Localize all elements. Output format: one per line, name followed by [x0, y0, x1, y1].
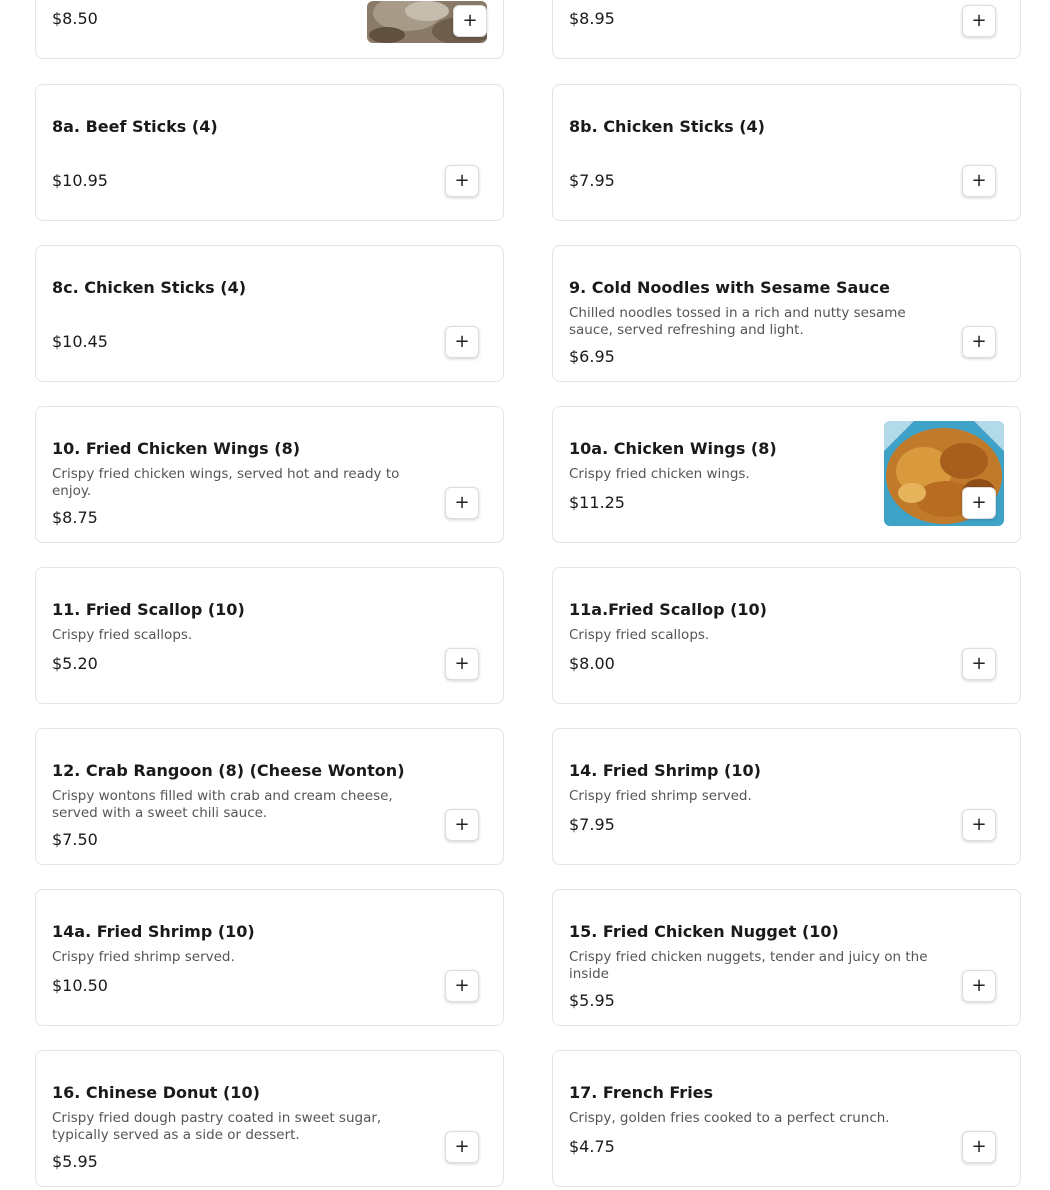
plus-icon: + — [454, 814, 470, 835]
plus-icon: + — [454, 975, 470, 996]
item-price: $6.95 — [569, 347, 615, 366]
add-to-cart-button[interactable]: + — [445, 487, 479, 519]
item-name: 15. Fried Chicken Nugget (10) — [569, 922, 839, 941]
item-price: $4.75 — [569, 1137, 615, 1156]
menu-item-card[interactable]: 10. Fried Chicken Wings (8) Crispy fried… — [35, 406, 504, 543]
menu-item-card[interactable]: 11. Fried Scallop (10) Crispy fried scal… — [35, 567, 504, 704]
item-name: 8b. Chicken Sticks (4) — [569, 117, 765, 136]
menu-item-card[interactable]: 14a. Fried Shrimp (10) Crispy fried shri… — [35, 889, 504, 1026]
add-to-cart-button[interactable]: + — [962, 809, 996, 841]
item-description: Crispy wontons filled with crab and crea… — [52, 788, 393, 821]
item-description: Crispy fried scallops. — [52, 627, 193, 643]
plus-icon: + — [971, 653, 987, 674]
plus-icon: + — [971, 975, 987, 996]
item-name: 8a. Beef Sticks (4) — [52, 117, 218, 136]
item-price: $7.95 — [569, 815, 615, 834]
item-name: 10. Fried Chicken Wings (8) — [52, 439, 301, 458]
plus-icon: + — [454, 653, 470, 674]
item-description: Crispy fried dough pastry coated in swee… — [52, 1110, 382, 1143]
plus-icon: + — [971, 492, 987, 513]
menu-item-card[interactable]: 8b. Chicken Sticks (4) $7.95 + — [552, 84, 1021, 221]
add-to-cart-button[interactable]: + — [445, 165, 479, 197]
item-description: Crispy fried shrimp served. — [569, 788, 752, 804]
add-to-cart-button[interactable]: + — [962, 5, 996, 37]
add-to-cart-button[interactable]: + — [445, 970, 479, 1002]
menu-item-card[interactable]: 12. Crab Rangoon (8) (Cheese Wonton) Cri… — [35, 728, 504, 865]
menu-item-card[interactable]: 9. Cold Noodles with Sesame Sauce Chille… — [552, 245, 1021, 382]
item-price: $7.95 — [569, 171, 615, 190]
item-price: $8.75 — [52, 508, 98, 527]
menu-item-card[interactable]: $8.95 + — [552, 0, 1021, 59]
item-description: Crispy fried chicken nuggets, tender and… — [569, 949, 928, 982]
plus-icon: + — [454, 1136, 470, 1157]
item-description: Crispy fried scallops. — [569, 627, 710, 643]
item-name: 10a. Chicken Wings (8) — [569, 439, 777, 458]
item-price: $5.95 — [52, 1152, 98, 1171]
item-name: 17. French Fries — [569, 1083, 714, 1102]
item-name: 12. Crab Rangoon (8) (Cheese Wonton) — [52, 761, 405, 780]
plus-icon: + — [971, 1136, 987, 1157]
menu-item-card[interactable]: 16. Chinese Donut (10) Crispy fried doug… — [35, 1050, 504, 1187]
item-name: 14a. Fried Shrimp (10) — [52, 922, 255, 941]
add-to-cart-button[interactable]: + — [962, 165, 996, 197]
add-to-cart-button[interactable]: + — [962, 326, 996, 358]
item-price: $8.50 — [52, 9, 98, 28]
menu-item-card[interactable]: $8.50 + — [35, 0, 504, 59]
item-description: Crispy, golden fries cooked to a perfect… — [569, 1110, 890, 1126]
item-price: $10.45 — [52, 332, 108, 351]
menu-grid: $8.50 + $8.95 + 8a. Beef Sticks (4) $10.… — [0, 0, 1050, 1190]
item-price: $7.50 — [52, 830, 98, 849]
menu-item-card[interactable]: 17. French Fries Crispy, golden fries co… — [552, 1050, 1021, 1187]
item-name: 11a.Fried Scallop (10) — [569, 600, 767, 619]
menu-item-card[interactable]: 15. Fried Chicken Nugget (10) Crispy fri… — [552, 889, 1021, 1026]
plus-icon: + — [971, 814, 987, 835]
item-name: 11. Fried Scallop (10) — [52, 600, 245, 619]
item-price: $11.25 — [569, 493, 625, 512]
item-price: $10.50 — [52, 976, 108, 995]
plus-icon: + — [971, 170, 987, 191]
menu-item-card[interactable]: 11a.Fried Scallop (10) Crispy fried scal… — [552, 567, 1021, 704]
plus-icon: + — [454, 170, 470, 191]
add-to-cart-button[interactable]: + — [453, 5, 487, 37]
add-to-cart-button[interactable]: + — [962, 1131, 996, 1163]
add-to-cart-button[interactable]: + — [445, 648, 479, 680]
item-name: 9. Cold Noodles with Sesame Sauce — [569, 278, 890, 297]
add-to-cart-button[interactable]: + — [962, 487, 996, 519]
menu-item-card[interactable]: 8a. Beef Sticks (4) $10.95 + — [35, 84, 504, 221]
menu-item-card[interactable]: 10a. Chicken Wings (8) Crispy fried chic… — [552, 406, 1021, 543]
add-to-cart-button[interactable]: + — [445, 809, 479, 841]
plus-icon: + — [454, 492, 470, 513]
add-to-cart-button[interactable]: + — [962, 648, 996, 680]
plus-icon: + — [971, 10, 987, 31]
item-name: 16. Chinese Donut (10) — [52, 1083, 260, 1102]
add-to-cart-button[interactable]: + — [962, 970, 996, 1002]
item-name: 8c. Chicken Sticks (4) — [52, 278, 247, 297]
add-to-cart-button[interactable]: + — [445, 326, 479, 358]
item-price: $5.95 — [569, 991, 615, 1010]
plus-icon: + — [462, 10, 478, 31]
item-price: $5.20 — [52, 654, 98, 673]
item-description: Crispy fried chicken wings, served hot a… — [52, 466, 400, 499]
menu-item-card[interactable]: 8c. Chicken Sticks (4) $10.45 + — [35, 245, 504, 382]
item-description: Chilled noodles tossed in a rich and nut… — [569, 305, 906, 338]
plus-icon: + — [454, 331, 470, 352]
item-price: $8.95 — [569, 9, 615, 28]
menu-item-card[interactable]: 14. Fried Shrimp (10) Crispy fried shrim… — [552, 728, 1021, 865]
item-name: 14. Fried Shrimp (10) — [569, 761, 761, 780]
plus-icon: + — [971, 331, 987, 352]
item-description: Crispy fried shrimp served. — [52, 949, 235, 965]
add-to-cart-button[interactable]: + — [445, 1131, 479, 1163]
item-price: $8.00 — [569, 654, 615, 673]
item-price: $10.95 — [52, 171, 108, 190]
